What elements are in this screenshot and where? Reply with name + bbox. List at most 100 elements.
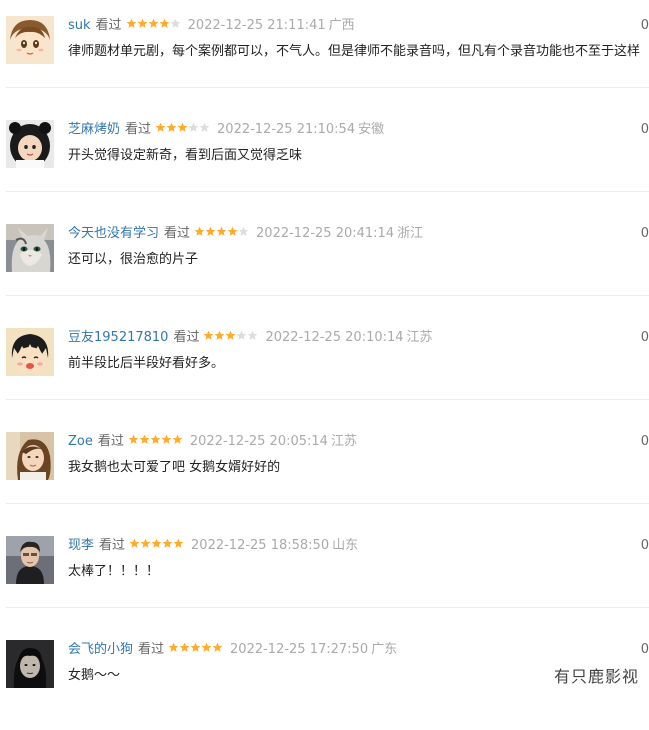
comment-text: 女鹅～～ — [68, 668, 121, 683]
comment-location: 江苏 — [330, 434, 357, 449]
star-empty-icon — [248, 330, 258, 340]
divider — [6, 87, 649, 88]
comment-meta: 会飞的小狗 看过 2022-12-25 17:27:50 广东 — [68, 640, 397, 660]
dark-portrait-avatar[interactable] — [6, 640, 54, 688]
comment-item: suk 看过 2022-12-25 21:11:41 广西 0 律师题材单元剧，每个案… — [0, 2, 649, 106]
vote-count[interactable]: 0 — [641, 328, 649, 348]
star-filled-icon — [205, 226, 216, 236]
comment-item: Zoe 看过 2022-12-25 20:05:14 江苏 0 我女鹅也太可爱了吧 女… — [0, 418, 649, 522]
rating-stars — [126, 18, 182, 38]
star-filled-icon — [151, 538, 162, 548]
star-rating-graphic — [204, 330, 258, 340]
comment-meta: 豆友195217810 看过 2022-12-25 20:10:14 江苏 — [68, 328, 433, 348]
rating-stars — [194, 226, 250, 246]
cat-avatar[interactable] — [6, 224, 54, 272]
comment-item: 芝麻烤奶 看过 2022-12-25 21:10:54 安徽 0 开头觉得设定新奇，看… — [0, 106, 649, 210]
star-filled-icon — [227, 226, 238, 236]
watch-status: 看过 — [97, 434, 124, 449]
username-link[interactable]: 现李 — [68, 538, 94, 553]
vote-count[interactable]: 0 — [641, 640, 649, 660]
star-filled-icon — [155, 122, 166, 132]
star-filled-icon — [148, 18, 158, 28]
star-filled-icon — [137, 18, 147, 28]
vote-count[interactable]: 0 — [641, 432, 649, 452]
comment-time: 2022-12-25 20:10:14 — [265, 330, 404, 345]
comment-text: 前半段比后半段好看好多。 — [68, 356, 225, 371]
star-empty-icon — [238, 226, 249, 236]
cartoon-boy-avatar[interactable] — [6, 16, 54, 64]
star-rating-graphic — [155, 122, 210, 132]
star-filled-icon — [128, 434, 139, 444]
comment-text: 我女鹅也太可爱了吧 女鹅女婿好好的 — [68, 460, 281, 475]
vote-count[interactable]: 0 — [641, 224, 649, 244]
comment-location: 安徽 — [358, 122, 385, 137]
star-rating-graphic — [129, 538, 184, 548]
comment-meta: 芝麻烤奶 看过 2022-12-25 21:10:54 安徽 — [68, 120, 384, 140]
divider — [6, 503, 649, 504]
rating-stars — [128, 434, 184, 454]
star-rating-graphic — [126, 18, 180, 28]
watch-status: 看过 — [99, 538, 126, 553]
star-empty-icon — [188, 122, 199, 132]
star-filled-icon — [159, 18, 169, 28]
watch-status: 看过 — [164, 226, 191, 241]
comment-location: 浙江 — [397, 226, 424, 241]
username-link[interactable]: 会飞的小狗 — [68, 642, 133, 657]
star-empty-icon — [199, 122, 210, 132]
cartoon-girl-avatar[interactable] — [6, 328, 54, 376]
rating-stars — [129, 538, 185, 558]
watch-status: 看过 — [138, 642, 165, 657]
comment-item: 豆友195217810 看过 2022-12-25 20:10:14 江苏 0 前半段… — [0, 314, 649, 418]
rating-stars — [155, 122, 211, 142]
username-link[interactable]: 芝麻烤奶 — [68, 122, 120, 137]
star-filled-icon — [215, 330, 225, 340]
comment-meta: suk 看过 2022-12-25 21:11:41 广西 — [68, 16, 355, 36]
star-filled-icon — [168, 642, 179, 652]
girl-photo-avatar[interactable] — [6, 432, 54, 480]
star-rating-graphic — [168, 642, 223, 652]
star-filled-icon — [194, 226, 205, 236]
star-empty-icon — [170, 18, 180, 28]
star-filled-icon — [201, 642, 212, 652]
star-filled-icon — [162, 538, 173, 548]
comment-time: 2022-12-25 18:58:50 — [191, 538, 330, 553]
vote-count[interactable]: 0 — [641, 120, 649, 140]
watch-status: 看过 — [173, 330, 200, 345]
divider — [6, 295, 649, 296]
star-filled-icon — [139, 434, 150, 444]
divider — [6, 607, 649, 608]
star-filled-icon — [204, 330, 214, 340]
divider — [6, 399, 649, 400]
comment-meta: 今天也没有学习 看过 2022-12-25 20:41:14 浙江 — [68, 224, 423, 244]
comment-text: 律师题材单元剧，每个案例都可以，不气人。但是律师不能录音吗，但凡有个录音功能也不… — [68, 44, 641, 59]
star-filled-icon — [179, 642, 190, 652]
star-filled-icon — [126, 18, 136, 28]
star-filled-icon — [216, 226, 227, 236]
comment-item: 现李 看过 2022-12-25 18:58:50 山东 0 太棒了！！！！ — [0, 522, 649, 626]
comment-time: 2022-12-25 17:27:50 — [230, 642, 369, 657]
divider — [6, 191, 649, 192]
vote-count[interactable]: 0 — [641, 16, 649, 36]
comment-time: 2022-12-25 20:05:14 — [189, 434, 328, 449]
username-link[interactable]: Zoe — [68, 434, 93, 449]
username-link[interactable]: suk — [68, 18, 91, 33]
star-filled-icon — [161, 434, 172, 444]
username-link[interactable]: 今天也没有学习 — [68, 226, 159, 241]
watermark-text: 有只鹿影视 — [553, 667, 639, 686]
comment-time: 2022-12-25 20:41:14 — [256, 226, 395, 241]
comment-location: 广西 — [328, 18, 355, 33]
comment-item: 今天也没有学习 看过 2022-12-25 20:41:14 浙江 0 还可以，很治愈… — [0, 210, 649, 314]
man-photo-avatar[interactable] — [6, 536, 54, 584]
comment-location: 广东 — [371, 642, 398, 657]
username-link[interactable]: 豆友195217810 — [68, 330, 168, 345]
star-filled-icon — [190, 642, 201, 652]
star-filled-icon — [173, 538, 184, 548]
vote-count[interactable]: 0 — [641, 536, 649, 556]
comment-location: 江苏 — [406, 330, 433, 345]
panda-costume-avatar[interactable] — [6, 120, 54, 168]
star-filled-icon — [150, 434, 161, 444]
comment-text: 还可以，很治愈的片子 — [68, 252, 199, 267]
star-filled-icon — [177, 122, 188, 132]
star-filled-icon — [140, 538, 151, 548]
comment-location: 山东 — [332, 538, 359, 553]
